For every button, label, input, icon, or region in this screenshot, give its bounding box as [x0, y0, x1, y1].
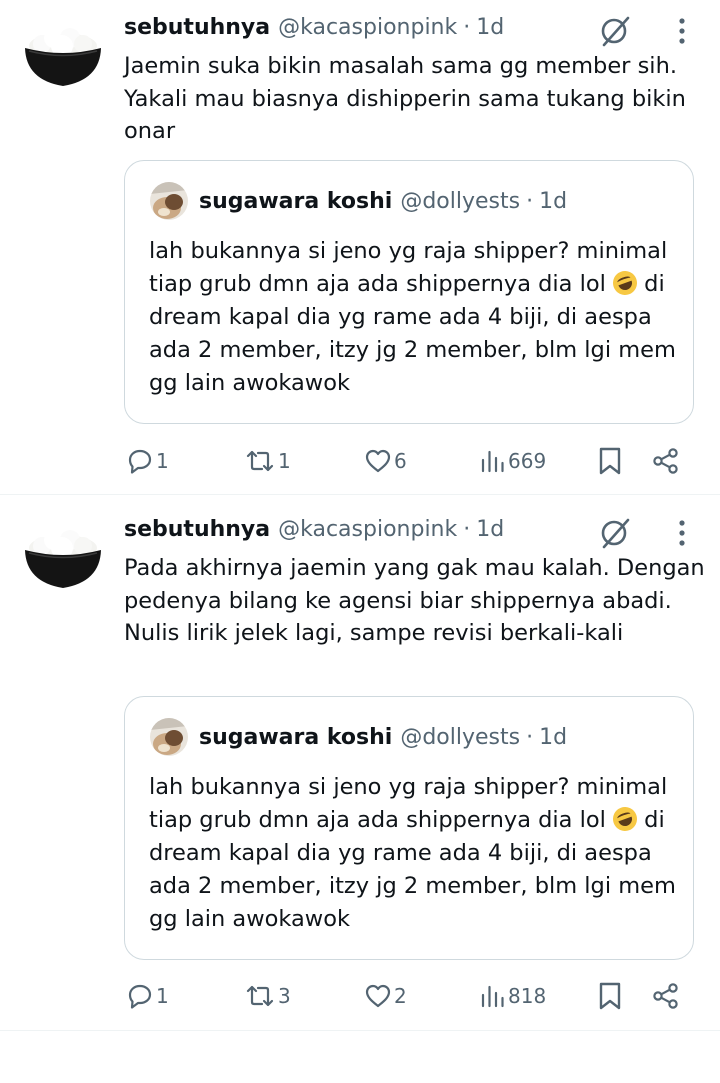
- repost-count: 3: [278, 984, 291, 1008]
- quote-tweet[interactable]: sugawara koshi @dollyests · 1d lah bukan…: [124, 696, 694, 960]
- grok-icon[interactable]: [598, 516, 632, 550]
- views-icon: [481, 985, 504, 1008]
- reply-icon: [128, 449, 152, 474]
- quote-text: lah bukannya si jeno yg raja shipper? mi…: [149, 771, 679, 936]
- avatar[interactable]: [22, 24, 104, 86]
- heart-icon: [365, 449, 391, 473]
- views-button[interactable]: 669: [480, 441, 546, 481]
- quote-author-handle: @dollyests: [400, 724, 521, 750]
- timestamp[interactable]: 1d: [476, 517, 504, 542]
- rice-bowl-image: [25, 530, 101, 588]
- quote-timestamp: 1d: [539, 188, 568, 214]
- share-icon: [653, 983, 678, 1009]
- view-count: 818: [508, 984, 547, 1008]
- share-button[interactable]: [652, 441, 680, 481]
- reply-button[interactable]: 1: [126, 441, 169, 481]
- like-count: 2: [394, 984, 407, 1008]
- like-count: 6: [394, 449, 407, 473]
- separator: ·: [526, 724, 534, 750]
- rolling-on-floor-laughing-emoji: [609, 267, 641, 299]
- like-button[interactable]: 2: [364, 976, 407, 1016]
- tweet-actions: 1 3 2 818: [0, 976, 720, 1016]
- bookmark-button[interactable]: [598, 976, 622, 1016]
- rolling-on-floor-laughing-emoji: [609, 803, 641, 835]
- author-handle[interactable]: @kacaspionpink: [278, 15, 457, 40]
- reply-count: 1: [156, 984, 169, 1008]
- heart-icon: [365, 984, 391, 1008]
- repost-count: 1: [278, 449, 291, 473]
- author-name[interactable]: sebutuhnya: [124, 517, 270, 542]
- quote-header: sugawara koshi @dollyests · 1d: [199, 183, 567, 219]
- tweet-actions: 1 1 6 669: [0, 441, 720, 481]
- tweet[interactable]: sebutuhnya @kacaspionpink · 1d Pada akhi…: [0, 512, 720, 1032]
- share-button[interactable]: [652, 976, 680, 1016]
- quote-author-name: sugawara koshi: [199, 188, 393, 214]
- separator: ·: [463, 14, 471, 40]
- reply-count: 1: [156, 449, 169, 473]
- quote-avatar: [150, 182, 188, 220]
- quote-text-part-1: lah bukannya si jeno yg raja shipper? mi…: [149, 238, 668, 297]
- repost-button[interactable]: 1: [244, 441, 291, 481]
- view-count: 669: [508, 449, 547, 473]
- tweet[interactable]: sebutuhnya @kacaspionpink · 1d Jaemin su…: [0, 10, 720, 490]
- tweet-divider: [0, 494, 720, 495]
- timestamp[interactable]: 1d: [476, 15, 504, 40]
- tweet-text: Pada akhirnya jaemin yang gak mau kalah.…: [124, 555, 705, 646]
- author-handle[interactable]: @kacaspionpink: [278, 517, 457, 542]
- separator: ·: [526, 188, 534, 214]
- tweet-header: sebutuhnya @kacaspionpink · 1d: [124, 10, 504, 44]
- repost-icon: [246, 450, 274, 472]
- bookmark-icon: [599, 982, 621, 1010]
- views-icon: [481, 450, 504, 473]
- quote-author-handle: @dollyests: [400, 188, 521, 214]
- bookmark-button[interactable]: [598, 441, 622, 481]
- repost-button[interactable]: 3: [244, 976, 291, 1016]
- quote-text-part-1: lah bukannya si jeno yg raja shipper? mi…: [149, 774, 668, 833]
- repost-icon: [246, 985, 274, 1007]
- tweet-text: Jaemin suka bikin masalah sama gg member…: [124, 53, 686, 144]
- quote-avatar: [150, 718, 188, 756]
- more-icon[interactable]: [668, 14, 696, 48]
- share-icon: [653, 448, 678, 474]
- like-button[interactable]: 6: [364, 441, 407, 481]
- author-name[interactable]: sebutuhnya: [124, 15, 270, 40]
- quote-header: sugawara koshi @dollyests · 1d: [199, 719, 567, 755]
- tweet-divider: [0, 1030, 720, 1031]
- quote-author-name: sugawara koshi: [199, 724, 393, 750]
- rice-bowl-image: [25, 28, 101, 86]
- quote-timestamp: 1d: [539, 724, 568, 750]
- bookmark-icon: [599, 447, 621, 475]
- reply-button[interactable]: 1: [126, 976, 169, 1016]
- more-icon[interactable]: [668, 516, 696, 550]
- views-button[interactable]: 818: [480, 976, 546, 1016]
- reply-icon: [128, 984, 152, 1009]
- avatar[interactable]: [22, 526, 104, 588]
- quote-tweet[interactable]: sugawara koshi @dollyests · 1d lah bukan…: [124, 160, 694, 424]
- grok-icon[interactable]: [598, 14, 632, 48]
- separator: ·: [463, 516, 471, 542]
- quote-text: lah bukannya si jeno yg raja shipper? mi…: [149, 235, 679, 400]
- tweet-header: sebutuhnya @kacaspionpink · 1d: [124, 512, 504, 546]
